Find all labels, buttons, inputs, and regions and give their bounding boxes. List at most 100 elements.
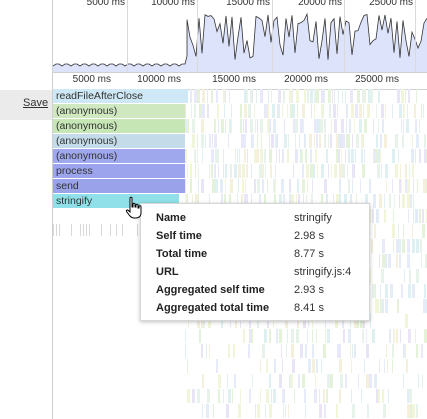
flame-background-stripe	[402, 134, 404, 148]
flame-background-stripe	[364, 359, 365, 373]
flame-background-stripe	[83, 224, 84, 236]
flame-background-stripe	[225, 164, 227, 178]
flame-frame[interactable]: (anonymous)	[53, 149, 185, 163]
flame-background-stripe	[269, 374, 271, 388]
flame-background-stripe	[323, 89, 325, 103]
timeline-overview[interactable]: 5000 ms 10000 ms 15000 ms 20000 ms 25000…	[53, 0, 427, 72]
flame-background-stripe	[400, 164, 401, 178]
flame-background-stripe	[209, 344, 210, 358]
flame-background-stripe	[331, 164, 332, 178]
flame-background-stripe	[297, 149, 298, 163]
flame-background-stripe	[370, 314, 371, 328]
flame-background-stripe	[326, 389, 328, 403]
flame-background-stripe	[202, 404, 203, 418]
flame-background-stripe	[412, 134, 413, 148]
flame-background-stripe	[299, 134, 300, 148]
flame-background-stripe	[185, 329, 186, 343]
flame-background-stripe	[419, 119, 420, 133]
flame-background-stripe	[366, 374, 369, 388]
flame-background-stripe	[206, 404, 209, 418]
flame-background-stripe	[314, 89, 316, 103]
flame-background-stripe	[315, 149, 317, 163]
flame-background-stripe	[289, 179, 291, 193]
flame-frame[interactable]: (anonymous)	[53, 119, 185, 133]
flame-background-stripe	[331, 119, 332, 133]
flame-background-stripe	[267, 104, 269, 118]
flame-background-stripe	[297, 104, 298, 118]
flame-background-stripe	[255, 404, 256, 418]
flame-background-stripe	[386, 179, 387, 193]
flame-background-stripe	[369, 104, 370, 118]
flame-background-stripe	[257, 179, 260, 193]
flame-background-stripe	[270, 164, 272, 178]
flame-frame[interactable]: (anonymous)	[53, 134, 185, 148]
flame-background-stripe	[276, 329, 278, 343]
flame-background-stripe	[406, 119, 409, 133]
overview-gridline	[272, 0, 273, 72]
flame-background-stripe	[265, 164, 266, 178]
flame-background-stripe	[319, 389, 320, 403]
flame-background-stripe	[291, 329, 294, 343]
flame-background-stripe	[398, 239, 401, 253]
flame-frame[interactable]: readFileAfterClose	[53, 89, 188, 103]
flame-background-stripe	[415, 119, 417, 133]
flame-background-stripe	[187, 359, 188, 373]
flame-background-stripe	[397, 89, 400, 103]
flame-background-stripe	[260, 359, 261, 373]
flame-background-stripe	[401, 284, 403, 298]
flame-background-stripe	[412, 239, 415, 253]
flame-frame[interactable]: process	[53, 164, 185, 178]
flame-frame[interactable]: send	[53, 179, 185, 193]
flame-background-stripe	[294, 389, 295, 403]
flame-background-stripe	[245, 179, 246, 193]
flame-background-stripe	[307, 179, 308, 193]
flame-background-stripe	[264, 329, 267, 343]
flame-background-stripe	[362, 329, 364, 343]
flame-frame[interactable]: (anonymous)	[53, 104, 185, 118]
flame-background-stripe	[205, 134, 206, 148]
flame-background-stripe	[392, 344, 394, 358]
flame-background-stripe	[277, 134, 278, 148]
flame-background-stripe	[416, 89, 417, 103]
flame-background-stripe	[197, 389, 200, 403]
flame-background-stripe	[390, 254, 391, 268]
flame-background-stripe	[399, 254, 401, 268]
flame-background-stripe	[185, 179, 186, 193]
flame-background-stripe	[413, 179, 414, 193]
flame-background-stripe	[323, 389, 325, 403]
flame-background-stripe	[201, 179, 204, 193]
flame-background-stripe	[389, 329, 391, 343]
flame-background-stripe	[310, 149, 312, 163]
flame-background-stripe	[384, 359, 385, 373]
flame-background-stripe	[312, 329, 313, 343]
flame-background-stripe	[372, 329, 375, 343]
flame-background-stripe	[382, 119, 384, 133]
flame-background-stripe	[405, 164, 407, 178]
flame-background-stripe	[214, 134, 217, 148]
flame-background-stripe	[86, 224, 87, 236]
flame-background-stripe	[293, 164, 294, 178]
flame-background-stripe	[386, 344, 387, 358]
flame-background-stripe	[407, 404, 410, 418]
flame-background-stripe	[403, 374, 404, 388]
overview-gridline	[127, 0, 128, 72]
flame-background-stripe	[338, 89, 339, 103]
flame-background-stripe	[392, 179, 393, 193]
flame-background-stripe	[380, 284, 381, 298]
flame-background-stripe	[376, 389, 378, 403]
flame-background-stripe	[187, 119, 189, 133]
flame-background-stripe	[209, 134, 211, 148]
flame-background-stripe	[382, 389, 384, 403]
flame-background-stripe	[373, 119, 374, 133]
save-link[interactable]: Save	[23, 97, 48, 109]
flame-background-stripe	[122, 224, 123, 236]
flame-background-stripe	[269, 404, 272, 418]
flame-background-stripe	[248, 104, 251, 118]
flame-background-stripe	[310, 164, 313, 178]
flame-background-stripe	[405, 179, 407, 193]
flame-background-stripe	[260, 119, 263, 133]
flame-background-stripe	[287, 149, 289, 163]
flame-background-stripe	[423, 179, 426, 193]
flame-background-stripe	[370, 209, 371, 223]
flame-background-stripe	[342, 164, 345, 178]
